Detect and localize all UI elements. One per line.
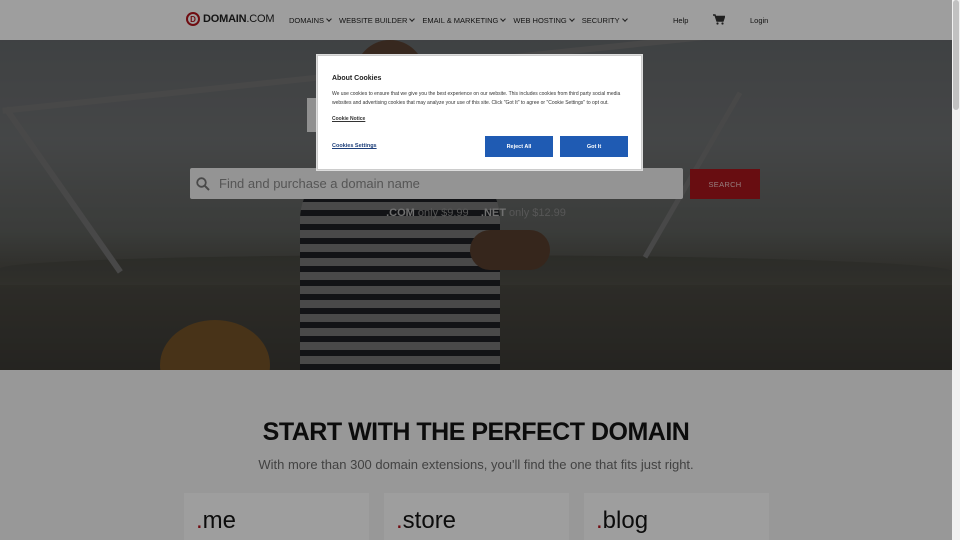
cookie-dialog-body: We use cookies to ensure that we give yo… <box>332 91 621 106</box>
cookie-notice-link[interactable]: Cookie Notice <box>332 116 365 122</box>
cookie-dialog-title: About Cookies <box>332 75 382 82</box>
scrollbar-thumb[interactable] <box>953 0 959 110</box>
cookie-settings-link[interactable]: Cookies Settings <box>332 143 377 149</box>
got-it-button[interactable]: Got It <box>560 136 628 157</box>
cookie-consent-dialog: About Cookies We use cookies to ensure t… <box>317 55 642 170</box>
reject-all-button[interactable]: Reject All <box>485 136 553 157</box>
